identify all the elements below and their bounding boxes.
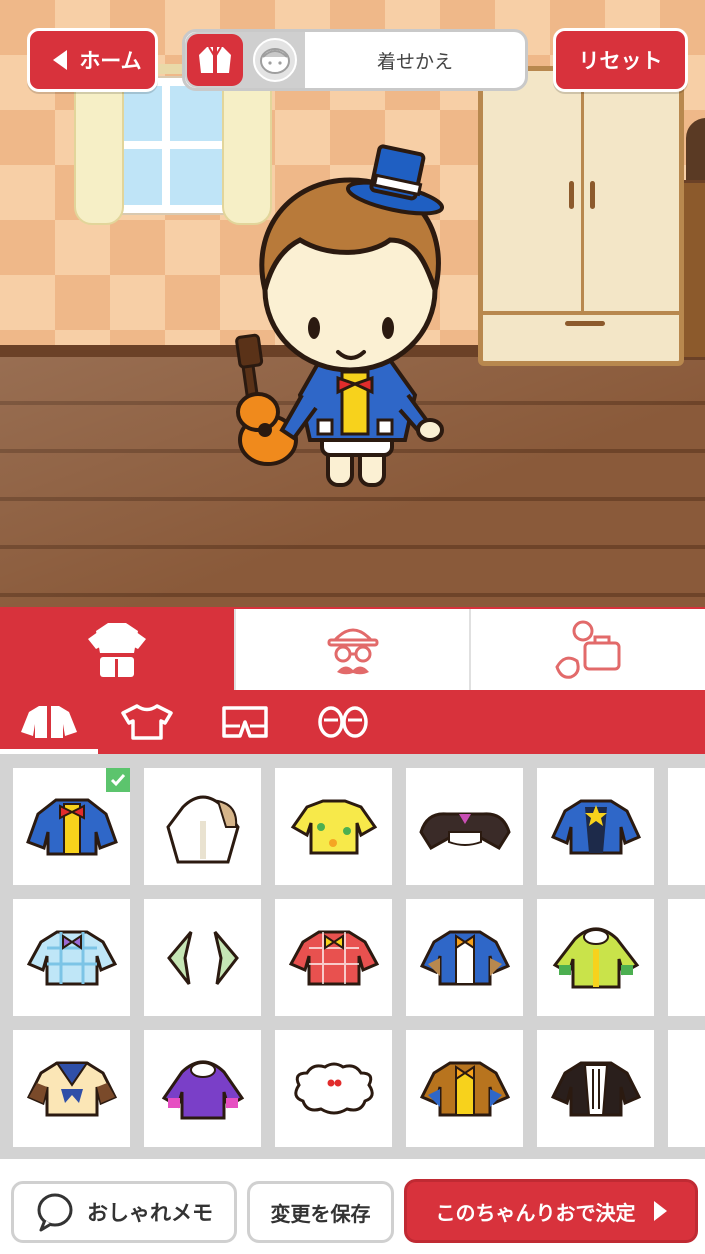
reset-button[interactable]: リセット: [553, 28, 688, 92]
item-cream-sailor-top[interactable]: [13, 1030, 130, 1147]
black-cape-icon: [418, 811, 511, 850]
blue-plaid-icon: [26, 930, 117, 985]
yellow-raincoat-icon: [552, 927, 639, 988]
item-partial-2[interactable]: [668, 899, 705, 1016]
tab-items[interactable]: [471, 609, 705, 690]
clock: [686, 118, 705, 180]
item-red-heart-plaid-shirt[interactable]: [275, 899, 392, 1016]
play-arrow-icon: [653, 1201, 667, 1221]
category-tabs: [0, 607, 705, 690]
item-purple-hoodie[interactable]: [144, 1030, 261, 1147]
subtab-jacket[interactable]: [0, 690, 98, 754]
subtab-shoes[interactable]: [294, 690, 392, 754]
item-blue-plaid-shirt[interactable]: [13, 899, 130, 1016]
brown-vest-icon: [419, 1061, 510, 1116]
mode-toggle[interactable]: 着せかえ: [182, 29, 528, 91]
item-blue-blazer-red-bow[interactable]: [13, 768, 130, 885]
sailor-top-icon: [26, 1061, 117, 1116]
red-plaid-icon: [288, 930, 379, 985]
avatar-character[interactable]: [230, 140, 480, 500]
item-green-collar[interactable]: [144, 899, 261, 1016]
tab-face-accessories[interactable]: [235, 609, 472, 690]
home-button[interactable]: ホーム: [27, 28, 158, 92]
subtab-pants[interactable]: [196, 690, 294, 754]
white-hoodie-icon: [165, 795, 240, 863]
left-curtain: [74, 70, 124, 225]
green-collar-icon: [166, 930, 239, 985]
wardrobe: [478, 66, 684, 366]
item-brown-vest-yellow-bow[interactable]: [406, 1030, 523, 1147]
jacket-icon: [199, 46, 231, 73]
shirt-icon: [121, 704, 173, 740]
item-black-frill-cape[interactable]: [406, 768, 523, 885]
item-grid: [0, 754, 705, 1159]
subcategory-tabs: [0, 690, 705, 754]
item-blue-star-jacket[interactable]: [537, 768, 654, 885]
home-button-label: ホーム: [79, 49, 142, 73]
decide-button[interactable]: このちゃんりおで決定: [404, 1179, 698, 1243]
black-suit-icon: [550, 1061, 641, 1116]
save-changes-button[interactable]: 変更を保存: [247, 1181, 394, 1243]
back-arrow-icon: [53, 50, 68, 70]
selected-check-icon: [106, 768, 130, 792]
item-partial-3[interactable]: [668, 1030, 705, 1147]
item-black-suit-jacket[interactable]: [537, 1030, 654, 1147]
shoes-icon: [318, 706, 368, 738]
jacket-icon: [21, 706, 77, 738]
shorts-icon: [222, 706, 268, 738]
tab-clothes[interactable]: [0, 609, 236, 690]
purple-hoodie-icon: [161, 1060, 244, 1119]
blue-star-jacket-icon: [550, 799, 641, 854]
speech-bubble-icon: [37, 1193, 73, 1232]
yellow-shirt-icon: [290, 799, 377, 854]
item-partial-1[interactable]: [668, 768, 705, 885]
item-yellow-hawaiian-shirt[interactable]: [275, 768, 392, 885]
dressup-mode-knob[interactable]: [187, 34, 243, 86]
fashion-memo-label: おしゃれメモ: [87, 1201, 213, 1225]
item-white-fluffy-top[interactable]: [275, 1030, 392, 1147]
fashion-memo-button[interactable]: おしゃれメモ: [11, 1181, 237, 1243]
mode-label: 着せかえ: [376, 50, 453, 73]
subtab-shirt[interactable]: [98, 690, 196, 754]
clothes-icon: [87, 622, 146, 677]
bag-items-icon: [555, 620, 621, 679]
decide-label: このちゃんりおで決定: [435, 1200, 636, 1225]
item-blue-vest-yellow-bow[interactable]: [406, 899, 523, 1016]
bottom-bar: おしゃれメモ 変更を保存 このちゃんりおで決定: [0, 1159, 705, 1254]
ukulele-icon: [235, 333, 298, 466]
hat-glasses-mustache-icon: [327, 628, 378, 674]
item-white-hoodie[interactable]: [144, 768, 261, 885]
item-yellow-raincoat[interactable]: [537, 899, 654, 1016]
fluffy-top-icon: [293, 1062, 374, 1114]
face-mode-icon[interactable]: [253, 38, 297, 82]
blue-vest-icon: [419, 930, 510, 985]
blue-blazer-icon: [25, 798, 118, 855]
